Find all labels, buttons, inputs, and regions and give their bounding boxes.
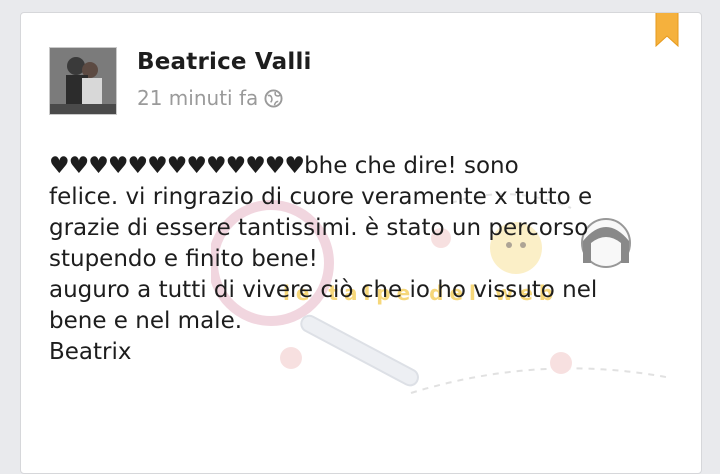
- avatar[interactable]: [49, 47, 117, 115]
- post-timestamp[interactable]: 21 minuti fa: [137, 86, 258, 110]
- post-card: Beatrice Valli 21 minuti fa le talpe del…: [20, 12, 702, 474]
- author-name[interactable]: Beatrice Valli: [137, 49, 312, 75]
- post-meta: 21 minuti fa: [137, 86, 283, 110]
- hearts-emoji: ♥♥♥♥♥♥♥♥♥♥♥♥♥: [49, 153, 305, 179]
- post-body: ♥♥♥♥♥♥♥♥♥♥♥♥♥bhe che dire! sono felice. …: [49, 151, 689, 368]
- post-text: bhe che dire! sono felice. vi ringrazio …: [49, 153, 598, 365]
- bookmark-icon[interactable]: [655, 12, 679, 47]
- globe-icon: [264, 88, 283, 108]
